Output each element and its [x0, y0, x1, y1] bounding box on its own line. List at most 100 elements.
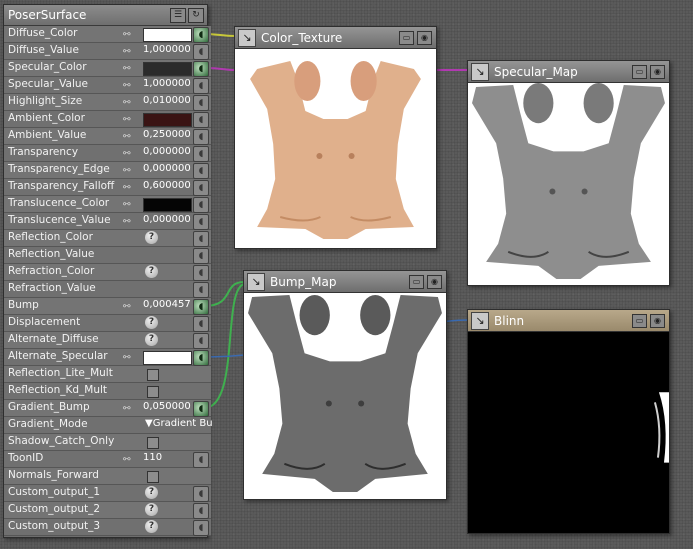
input-socket-icon[interactable]: ◖: [193, 197, 209, 213]
input-socket-icon[interactable]: ◖: [193, 180, 209, 196]
param-value[interactable]: 0,000000: [143, 163, 191, 174]
link-chain-icon[interactable]: ⚯: [123, 200, 131, 210]
param-row-alternate-diffuse[interactable]: Alternate_Diffuse? ◖: [4, 332, 211, 349]
input-socket-icon[interactable]: ◖: [193, 95, 209, 111]
bump-map-header[interactable]: ↘ Bump_Map ▭ ◉: [244, 271, 446, 293]
collapse-icon[interactable]: ▭: [632, 314, 647, 328]
input-socket-icon[interactable]: ◖: [193, 112, 209, 128]
link-chain-icon[interactable]: ⚯: [123, 404, 131, 414]
param-checkbox[interactable]: [147, 386, 159, 398]
link-chain-icon[interactable]: ⚯: [123, 166, 131, 176]
specular-map-node[interactable]: ↘ Specular_Map ▭ ◉: [467, 60, 670, 286]
link-chain-icon[interactable]: ⚯: [123, 30, 131, 40]
link-chain-icon[interactable]: ⚯: [123, 302, 131, 312]
param-row-custom-output-1[interactable]: Custom_output_1? ◖: [4, 485, 211, 502]
input-socket-icon[interactable]: ◖: [193, 44, 209, 60]
param-row-refraction-color[interactable]: Refraction_Color? ◖: [4, 264, 211, 281]
param-row-specular-value[interactable]: Specular_Value ⚯ 1,000000 ◖: [4, 77, 211, 94]
link-chain-icon[interactable]: ⚯: [123, 81, 131, 91]
help-question-icon[interactable]: ?: [145, 503, 158, 516]
help-question-icon[interactable]: ?: [145, 333, 158, 346]
preview-eye-icon[interactable]: ◉: [650, 314, 665, 328]
param-value[interactable]: 110: [143, 452, 162, 463]
specular-map-header[interactable]: ↘ Specular_Map ▭ ◉: [468, 61, 669, 83]
collapse-icon[interactable]: ▭: [632, 65, 647, 79]
param-value[interactable]: 0,010000: [143, 95, 191, 106]
param-checkbox[interactable]: [147, 369, 159, 381]
param-row-transparency-edge[interactable]: Transparency_Edge ⚯ 0,000000 ◖: [4, 162, 211, 179]
color-texture-header[interactable]: ↘ Color_Texture ▭ ◉: [235, 27, 436, 49]
param-row-reflection-value[interactable]: Reflection_Value ◖: [4, 247, 211, 264]
param-checkbox[interactable]: [147, 471, 159, 483]
param-row-alternate-specular[interactable]: Alternate_Specular ⚯ ◖: [4, 349, 211, 366]
bump-map-node[interactable]: ↘ Bump_Map ▭ ◉: [243, 270, 447, 500]
param-value[interactable]: 0,000000: [143, 214, 191, 225]
input-socket-icon[interactable]: ◖: [193, 214, 209, 230]
param-row-bump[interactable]: Bump ⚯ 0,000457 ◖: [4, 298, 211, 315]
param-row-toonid[interactable]: ToonID ⚯ 110 ◖: [4, 451, 211, 468]
param-row-refraction-value[interactable]: Refraction_Value ◖: [4, 281, 211, 298]
link-chain-icon[interactable]: ⚯: [123, 98, 131, 108]
param-row-gradient-mode[interactable]: Gradient_Mode ▼Gradient Bu: [4, 417, 213, 434]
color-swatch[interactable]: [143, 351, 192, 365]
input-socket-icon[interactable]: ◖: [193, 231, 209, 247]
param-row-ambient-color[interactable]: Ambient_Color ⚯ ◖: [4, 111, 211, 128]
input-socket-icon[interactable]: ◖: [193, 452, 209, 468]
input-socket-icon[interactable]: ◖: [193, 129, 209, 145]
panel-options-icon[interactable]: ☰: [170, 8, 186, 23]
input-socket-connected-icon[interactable]: ◖: [193, 61, 209, 77]
color-swatch[interactable]: [143, 28, 192, 42]
link-chain-icon[interactable]: ⚯: [123, 217, 131, 227]
input-socket-icon[interactable]: ◖: [193, 316, 209, 332]
input-socket-connected-icon[interactable]: ◖: [193, 27, 209, 43]
param-value[interactable]: 0,250000: [143, 129, 191, 140]
param-value[interactable]: 1,000000: [143, 44, 191, 55]
param-row-displacement[interactable]: Displacement? ◖: [4, 315, 211, 332]
param-value[interactable]: 1,000000: [143, 78, 191, 89]
input-socket-icon[interactable]: ◖: [193, 163, 209, 179]
param-row-transparency-falloff[interactable]: Transparency_Falloff ⚯ 0,600000 ◖: [4, 179, 211, 196]
color-swatch[interactable]: [143, 113, 192, 127]
preview-eye-icon[interactable]: ◉: [650, 65, 665, 79]
gradient-mode-dropdown[interactable]: ▼Gradient Bu: [145, 418, 213, 429]
param-row-shadow-catch-only[interactable]: Shadow_Catch_Only: [4, 434, 211, 451]
input-socket-connected-icon[interactable]: ◖: [193, 299, 209, 315]
input-socket-icon[interactable]: ◖: [193, 282, 209, 298]
input-socket-icon[interactable]: ◖: [193, 333, 209, 349]
input-socket-connected-icon[interactable]: ◖: [193, 401, 209, 417]
param-row-custom-output-2[interactable]: Custom_output_2? ◖: [4, 502, 211, 519]
preview-eye-icon[interactable]: ◉: [427, 275, 442, 289]
param-row-translucence-color[interactable]: Translucence_Color ⚯ ◖: [4, 196, 211, 213]
blinn-header[interactable]: ↘ Blinn ▭ ◉: [468, 310, 669, 332]
param-row-ambient-value[interactable]: Ambient_Value ⚯ 0,250000 ◖: [4, 128, 211, 145]
param-row-translucence-value[interactable]: Translucence_Value ⚯ 0,000000 ◖: [4, 213, 211, 230]
help-question-icon[interactable]: ?: [145, 316, 158, 329]
param-value[interactable]: 0,600000: [143, 180, 191, 191]
input-socket-icon[interactable]: ◖: [193, 146, 209, 162]
param-row-reflection-lite-mult[interactable]: Reflection_Lite_Mult: [4, 366, 211, 383]
input-socket-connected-icon[interactable]: ◖: [193, 350, 209, 366]
param-row-diffuse-color[interactable]: Diffuse_Color ⚯ ◖: [4, 26, 211, 43]
input-socket-icon[interactable]: ◖: [193, 520, 209, 536]
param-row-specular-color[interactable]: Specular_Color ⚯ ◖: [4, 60, 211, 77]
color-texture-node[interactable]: ↘ Color_Texture ▭ ◉: [234, 26, 437, 249]
help-question-icon[interactable]: ?: [145, 520, 158, 533]
param-value[interactable]: 0,050000: [143, 401, 191, 412]
link-chain-icon[interactable]: ⚯: [123, 149, 131, 159]
link-chain-icon[interactable]: ⚯: [123, 64, 131, 74]
param-value[interactable]: 0,000000: [143, 146, 191, 157]
param-checkbox[interactable]: [147, 437, 159, 449]
input-socket-icon[interactable]: ◖: [193, 248, 209, 264]
param-row-reflection-kd-mult[interactable]: Reflection_Kd_Mult: [4, 383, 211, 400]
link-chain-icon[interactable]: ⚯: [123, 455, 131, 465]
param-row-gradient-bump[interactable]: Gradient_Bump ⚯ 0,050000 ◖: [4, 400, 211, 417]
input-socket-icon[interactable]: ◖: [193, 486, 209, 502]
link-chain-icon[interactable]: ⚯: [123, 353, 131, 363]
collapse-icon[interactable]: ▭: [399, 31, 414, 45]
help-question-icon[interactable]: ?: [145, 486, 158, 499]
panel-refresh-icon[interactable]: ↻: [188, 8, 204, 23]
color-swatch[interactable]: [143, 198, 192, 212]
color-swatch[interactable]: [143, 62, 192, 76]
link-chain-icon[interactable]: ⚯: [123, 115, 131, 125]
param-value[interactable]: 0,000457: [143, 299, 191, 310]
